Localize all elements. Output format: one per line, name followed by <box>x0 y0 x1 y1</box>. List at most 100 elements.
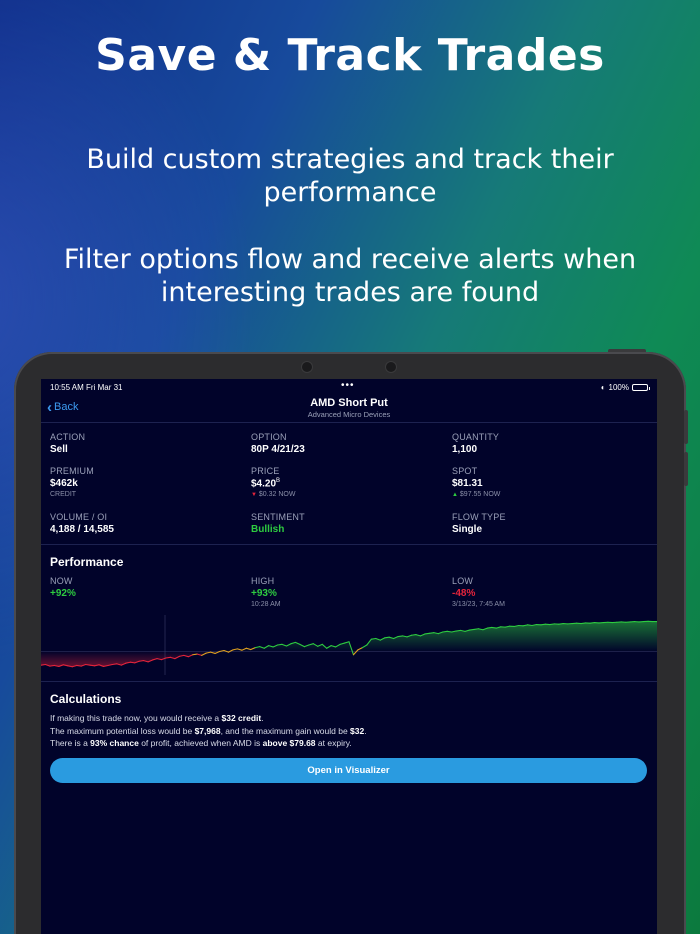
subheadline-alerts: Filter options flow and receive alerts w… <box>63 244 637 308</box>
perf-low-value: -48% <box>452 588 476 599</box>
app-screen: 10:55 AM Fri Mar 31 ••• ◐ 100% ‹ Back AM… <box>41 379 657 934</box>
quantity-field: QUANTITY 1,100 <box>452 432 499 455</box>
battery-indicator: ◐ 100% <box>600 383 650 392</box>
perf-low-field: LOW -48% 3/13/23, 7:45 AM <box>452 576 505 608</box>
multitask-dots-icon[interactable]: ••• <box>341 380 355 391</box>
price-bid-marker: B <box>276 478 281 484</box>
spot-label: SPOT <box>452 466 478 476</box>
chart-segment <box>192 653 198 656</box>
tablet-volume-down <box>684 452 688 486</box>
perf-now-label: NOW <box>50 576 73 586</box>
battery-icon <box>632 384 650 391</box>
chart-divider <box>41 681 657 682</box>
volume-oi-field: VOLUME / OI 4,188 / 14,585 <box>50 512 114 535</box>
chart-segment <box>111 663 118 666</box>
perf-low-label: LOW <box>452 576 474 586</box>
status-time: 10:55 AM Fri Mar 31 <box>50 383 123 392</box>
chart-segment <box>446 630 453 633</box>
chart-segment <box>589 622 596 624</box>
chart-segment <box>486 626 493 629</box>
flow-type-label: FLOW TYPE <box>452 512 506 522</box>
premium-value: $462k <box>50 478 78 489</box>
calc-line-loss-gain: The maximum potential loss would be $7,9… <box>50 725 367 736</box>
perf-now-value: +92% <box>50 588 76 599</box>
calc-line-credit: If making this trade now, you would rece… <box>50 713 264 723</box>
chart-segment <box>41 663 47 666</box>
perf-high-label: HIGH <box>251 576 275 586</box>
volume-oi-value: 4,188 / 14,585 <box>50 524 114 535</box>
perf-high-note: 10:28 AM <box>251 601 281 608</box>
navigation-bar: ‹ Back AMD Short Put Advanced Micro Devi… <box>41 396 657 422</box>
price-value: $4.20B <box>251 478 295 489</box>
option-field: OPTION 80P 4/21/23 <box>251 432 305 455</box>
wifi-icon: ◐ <box>600 383 606 392</box>
chart-segment <box>540 623 546 626</box>
flow-type-field: FLOW TYPE Single <box>452 512 506 535</box>
chart-segment <box>370 637 377 640</box>
arrow-down-icon: ▼ <box>251 492 257 499</box>
open-visualizer-button[interactable]: Open in Visualizer <box>50 758 647 783</box>
premium-field: PREMIUM $462k CREDIT <box>50 466 94 498</box>
chart-segment <box>49 664 55 667</box>
performance-chart[interactable] <box>41 615 657 675</box>
chart-segment <box>277 643 283 646</box>
page-subtitle: Advanced Micro Devices <box>307 410 391 419</box>
chart-segment <box>580 622 587 625</box>
sentiment-label: SENTIMENT <box>251 512 305 522</box>
chart-segment <box>384 636 390 639</box>
option-label: OPTION <box>251 432 287 442</box>
page-title: AMD Short Put <box>310 397 388 409</box>
details-divider <box>41 544 657 545</box>
chart-segment <box>85 663 91 666</box>
price-amount: $4.20 <box>251 478 277 490</box>
price-field: PRICE $4.20B ▼ $0.32 NOW <box>251 466 295 498</box>
price-label: PRICE <box>251 466 280 476</box>
spot-now: $97.55 NOW <box>459 491 501 498</box>
subheadline-strategies: Build custom strategies and track their … <box>86 144 614 208</box>
chart-segment <box>138 660 145 662</box>
chart-segment <box>442 630 448 633</box>
negative-area <box>41 651 657 667</box>
calc-line-chance: There is a 93% chance of profit, achieve… <box>50 738 352 748</box>
action-label: ACTION <box>50 432 86 442</box>
arrow-up-icon: ▲ <box>452 492 458 498</box>
chart-segment <box>410 634 417 636</box>
status-bar: 10:55 AM Fri Mar 31 ••• ◐ 100% <box>41 379 657 395</box>
chart-segment <box>89 664 96 667</box>
action-field: ACTION Sell <box>50 432 85 455</box>
chart-segment <box>428 632 435 634</box>
chart-segment <box>165 656 171 659</box>
chart-segment <box>455 629 462 632</box>
chart-segment <box>397 635 404 638</box>
battery-percent: 100% <box>608 383 629 392</box>
price-now: $0.32 NOW <box>258 491 296 499</box>
nav-divider <box>41 422 657 423</box>
action-value: Sell <box>50 444 68 455</box>
chart-segment <box>468 628 475 631</box>
price-note: ▼ $0.32 NOW <box>251 491 295 498</box>
option-value: 80P 4/21/23 <box>251 444 305 455</box>
premium-note: CREDIT <box>50 491 77 498</box>
chart-segment <box>76 664 82 667</box>
calculations-text: If making this trade now, you would rece… <box>50 712 650 750</box>
chart-segment <box>473 628 479 630</box>
sensor-icon <box>386 362 396 372</box>
chart-segment <box>527 624 533 627</box>
chart-segment <box>424 632 430 635</box>
quantity-label: QUANTITY <box>452 432 500 442</box>
volume-oi-label: VOLUME / OI <box>50 512 108 522</box>
perf-now-field: NOW +92% <box>50 576 76 599</box>
calculations-title: Calculations <box>50 692 122 706</box>
tablet-volume-up <box>684 410 688 444</box>
flow-type-value: Single <box>452 524 483 535</box>
premium-label: PREMIUM <box>50 466 94 476</box>
perf-high-value: +93% <box>251 588 277 599</box>
perf-high-field: HIGH +93% 10:28 AM <box>251 576 281 608</box>
spot-value: $81.31 <box>452 478 483 489</box>
chart-segment <box>558 623 564 625</box>
sentiment-field: SENTIMENT Bullish <box>251 512 305 535</box>
spot-note: ▲ $97.55 NOW <box>452 491 500 498</box>
performance-title: Performance <box>50 555 124 569</box>
positive-area <box>41 621 657 652</box>
front-camera-icon <box>302 362 312 372</box>
